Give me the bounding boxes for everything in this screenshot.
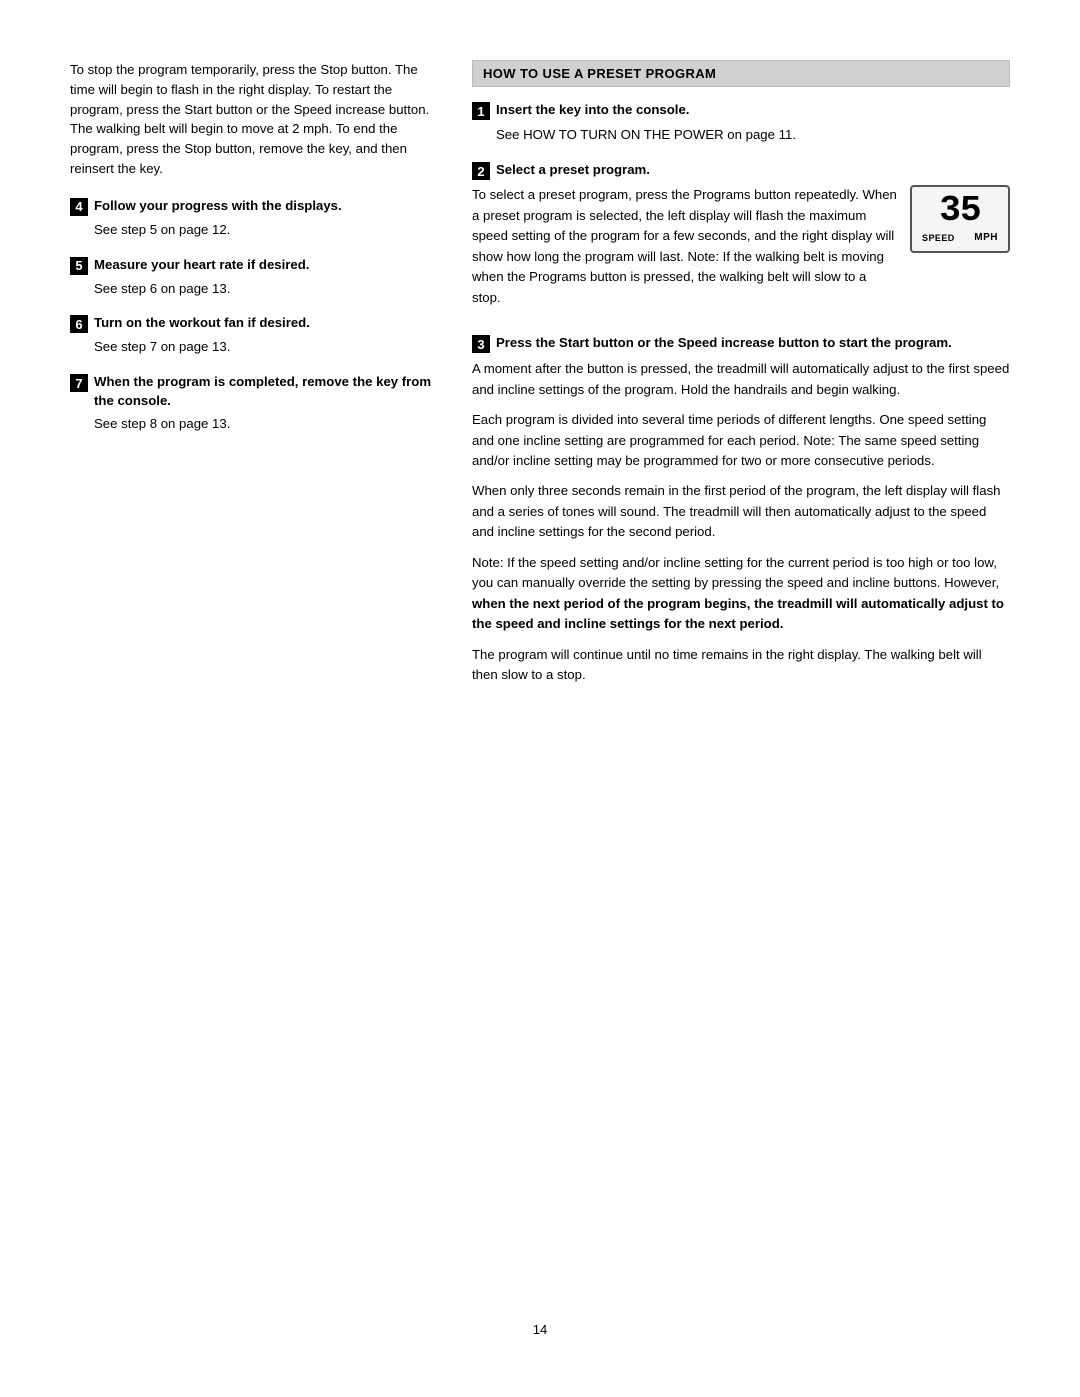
speed-label: SPEED: [922, 233, 955, 243]
step-5-body: See step 6 on page 13.: [94, 279, 440, 299]
step-3-para-4-bold: when the next period of the program begi…: [472, 596, 1004, 631]
step-2-content-area: To select a preset program, press the Pr…: [472, 185, 1010, 318]
right-step-3-title: Press the Start button or the Speed incr…: [496, 334, 952, 352]
step-5-number: 5: [70, 257, 88, 275]
step-6-title: Turn on the workout fan if desired.: [94, 314, 310, 332]
right-step-3-number: 3: [472, 335, 490, 353]
speed-display-labels: SPEED MPH: [922, 232, 998, 243]
step-2-paragraph: To select a preset program, press the Pr…: [472, 185, 898, 308]
two-column-layout: To stop the program temporarily, press t…: [70, 60, 1010, 1302]
step-4-body: See step 5 on page 12.: [94, 220, 440, 240]
step-3-para-1: A moment after the button is pressed, th…: [472, 359, 1010, 400]
right-step-2-title: Select a preset program.: [496, 161, 650, 179]
step-7-body: See step 8 on page 13.: [94, 414, 440, 434]
right-step-1-title: Insert the key into the console.: [496, 101, 689, 119]
right-step-1-number: 1: [472, 102, 490, 120]
step-6-header: 6 Turn on the workout fan if desired.: [70, 314, 440, 333]
step-6-body: See step 7 on page 13.: [94, 337, 440, 357]
step-7-title: When the program is completed, remove th…: [94, 373, 440, 410]
step-7-header: 7 When the program is completed, remove …: [70, 373, 440, 410]
right-step-3-header: 3 Press the Start button or the Speed in…: [472, 334, 1010, 353]
section-header: HOW TO USE A PRESET PROGRAM: [472, 60, 1010, 87]
step-4-header: 4 Follow your progress with the displays…: [70, 197, 440, 216]
step-2-text: To select a preset program, press the Pr…: [472, 185, 898, 318]
step-3-para-5: The program will continue until no time …: [472, 645, 1010, 686]
right-step-1-header: 1 Insert the key into the console.: [472, 101, 1010, 120]
step-7-block: 7 When the program is completed, remove …: [70, 373, 440, 434]
right-column: HOW TO USE A PRESET PROGRAM 1 Insert the…: [472, 60, 1010, 1302]
mph-label: MPH: [974, 232, 998, 243]
page: To stop the program temporarily, press t…: [0, 0, 1080, 1397]
step-7-number: 7: [70, 374, 88, 392]
step-5-title: Measure your heart rate if desired.: [94, 256, 309, 274]
speed-display-widget: 35 SPEED MPH: [910, 185, 1010, 253]
step-5-block: 5 Measure your heart rate if desired. Se…: [70, 256, 440, 299]
right-step-3-block: 3 Press the Start button or the Speed in…: [472, 334, 1010, 685]
step-5-header: 5 Measure your heart rate if desired.: [70, 256, 440, 275]
step-4-title: Follow your progress with the displays.: [94, 197, 342, 215]
right-step-2-block: 2 Select a preset program. To select a p…: [472, 161, 1010, 318]
page-number: 14: [70, 1322, 1010, 1337]
speed-value: 35: [922, 193, 998, 229]
step-6-block: 6 Turn on the workout fan if desired. Se…: [70, 314, 440, 357]
step-4-number: 4: [70, 198, 88, 216]
left-column: To stop the program temporarily, press t…: [70, 60, 440, 1302]
step-4-block: 4 Follow your progress with the displays…: [70, 197, 440, 240]
step-3-para-2: Each program is divided into several tim…: [472, 410, 1010, 471]
intro-paragraph: To stop the program temporarily, press t…: [70, 60, 440, 179]
right-step-1-block: 1 Insert the key into the console. See H…: [472, 101, 1010, 145]
step-3-para-4-normal: Note: If the speed setting and/or inclin…: [472, 555, 999, 590]
step-3-para-3: When only three seconds remain in the fi…: [472, 481, 1010, 542]
step-6-number: 6: [70, 315, 88, 333]
right-step-2-header: 2 Select a preset program.: [472, 161, 1010, 180]
step-3-para-4: Note: If the speed setting and/or inclin…: [472, 553, 1010, 635]
right-step-2-number: 2: [472, 162, 490, 180]
right-step-1-body: See HOW TO TURN ON THE POWER on page 11.: [496, 125, 1010, 145]
